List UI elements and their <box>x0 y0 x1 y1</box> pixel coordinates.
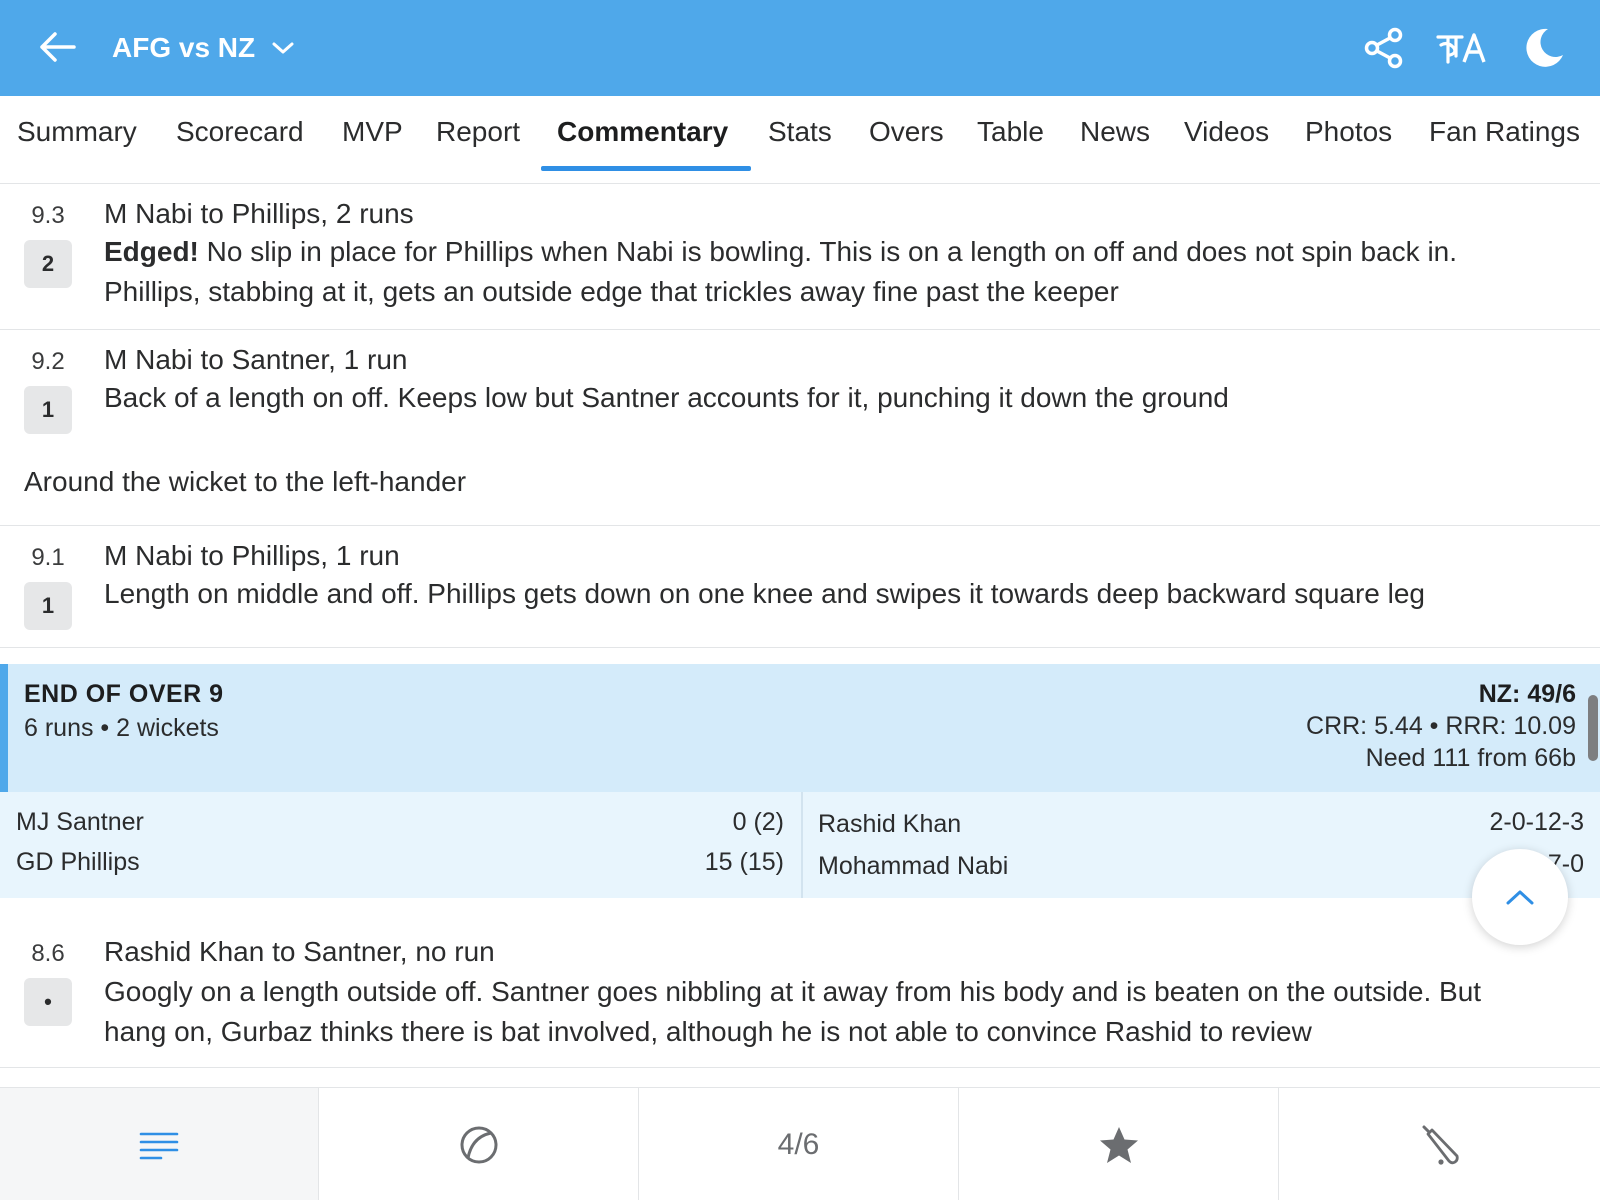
dark-mode-moon-icon[interactable] <box>1518 22 1570 74</box>
commentary-highlight: Edged! <box>104 236 199 267</box>
back-arrow-icon[interactable] <box>32 22 82 72</box>
commentary-text: Edged! No slip in place for Phillips whe… <box>104 232 1514 312</box>
nav-highlights[interactable] <box>959 1088 1279 1200</box>
end-of-over-title: END OF OVER 9 <box>24 680 224 708</box>
nav-ball[interactable] <box>319 1088 639 1200</box>
commentary-body: No slip in place for Phillips when Nabi … <box>104 236 1458 307</box>
batter-score: 15 (15) <box>704 848 784 876</box>
over-number: 9.1 <box>31 544 65 571</box>
runs-badge: • <box>24 978 72 1026</box>
batter-score: 0 (2) <box>732 808 784 836</box>
commentary-title: Rashid Khan to Santner, no run <box>104 936 495 967</box>
tab-news[interactable]: News <box>1080 116 1150 148</box>
match-title: AFG vs NZ <box>112 32 256 63</box>
tab-report[interactable]: Report <box>436 116 520 148</box>
over-runs-wickets: 6 runs • 2 wickets <box>24 714 219 742</box>
runs-badge: 2 <box>24 240 72 288</box>
chevron-down-icon <box>271 40 295 56</box>
match-selector[interactable]: AFG vs NZ <box>112 28 295 68</box>
active-tab-indicator <box>541 166 751 171</box>
tab-videos[interactable]: Videos <box>1184 116 1269 148</box>
bat-icon <box>1422 1125 1459 1165</box>
over-players: MJ Santner 0 (2) GD Phillips 15 (15) Ras… <box>0 792 1600 898</box>
bowler-name: Mohammad Nabi <box>818 852 1009 880</box>
language-toggle-icon[interactable] <box>1436 22 1488 74</box>
scrollbar[interactable] <box>1588 695 1598 761</box>
menu-icon <box>139 1132 179 1159</box>
commentary-text: Googly on a length outside off. Santner … <box>104 976 1482 1047</box>
team-score: NZ: 49/6 <box>1478 680 1576 708</box>
nav-commentary-list[interactable] <box>0 1088 319 1200</box>
commentary-text: Length on middle and off. Phillips gets … <box>104 578 1426 609</box>
runs-needed: Need 111 from 66b <box>1365 744 1576 772</box>
commentary-item: 8.6 • Rashid Khan to Santner, no run Goo… <box>0 924 1600 1068</box>
match-tabs: Summary Scorecard MVP Report Commentary … <box>0 96 1600 184</box>
page-indicator: 4/6 <box>777 1127 820 1161</box>
tab-mvp[interactable]: MVP <box>342 116 403 148</box>
over-number: 8.6 <box>31 940 65 967</box>
tab-commentary[interactable]: Commentary <box>557 116 728 148</box>
bowling-note: Around the wicket to the left-hander <box>24 466 467 497</box>
top-app-bar: AFG vs NZ <box>0 0 1600 96</box>
bottom-navigation: 4/6 <box>0 1087 1600 1200</box>
commentary-text: Back of a length on off. Keeps low but S… <box>104 382 1229 413</box>
over-number: 9.3 <box>31 202 65 229</box>
ball-icon <box>460 1126 497 1163</box>
nav-batting[interactable] <box>1279 1088 1600 1200</box>
runs-badge: 1 <box>24 386 72 434</box>
players-divider <box>801 792 803 898</box>
run-rates: CRR: 5.44 • RRR: 10.09 <box>1306 712 1576 740</box>
batter-name: GD Phillips <box>16 848 140 876</box>
star-icon <box>1099 1126 1138 1163</box>
tab-photos[interactable]: Photos <box>1305 116 1392 148</box>
chevron-up-icon <box>1506 890 1534 905</box>
batter-name: MJ Santner <box>16 808 144 836</box>
nav-page-indicator[interactable]: 4/6 <box>639 1088 959 1200</box>
end-of-over-summary: END OF OVER 9 6 runs • 2 wickets NZ: 49/… <box>0 664 1600 792</box>
runs-badge: 1 <box>24 582 72 630</box>
tab-stats[interactable]: Stats <box>768 116 832 148</box>
bowler-figures: 2-0-12-3 <box>1489 808 1585 836</box>
commentary-title: M Nabi to Phillips, 1 run <box>104 540 400 571</box>
tab-table[interactable]: Table <box>977 116 1044 148</box>
tab-scorecard[interactable]: Scorecard <box>176 116 304 148</box>
commentary-title: M Nabi to Santner, 1 run <box>104 344 408 375</box>
scroll-to-top-button[interactable] <box>1472 849 1568 945</box>
over-number: 9.2 <box>31 348 65 375</box>
tab-summary[interactable]: Summary <box>17 116 137 148</box>
bowler-name: Rashid Khan <box>818 810 962 838</box>
share-icon[interactable] <box>1358 22 1410 74</box>
tab-fan-ratings[interactable]: Fan Ratings <box>1429 116 1580 148</box>
commentary-title: M Nabi to Phillips, 2 runs <box>104 198 414 229</box>
commentary-item: 9.1 1 M Nabi to Phillips, 1 run Length o… <box>0 526 1600 648</box>
tab-overs[interactable]: Overs <box>869 116 944 148</box>
commentary-item: 9.3 2 M Nabi to Phillips, 2 runs Edged! … <box>0 184 1600 330</box>
